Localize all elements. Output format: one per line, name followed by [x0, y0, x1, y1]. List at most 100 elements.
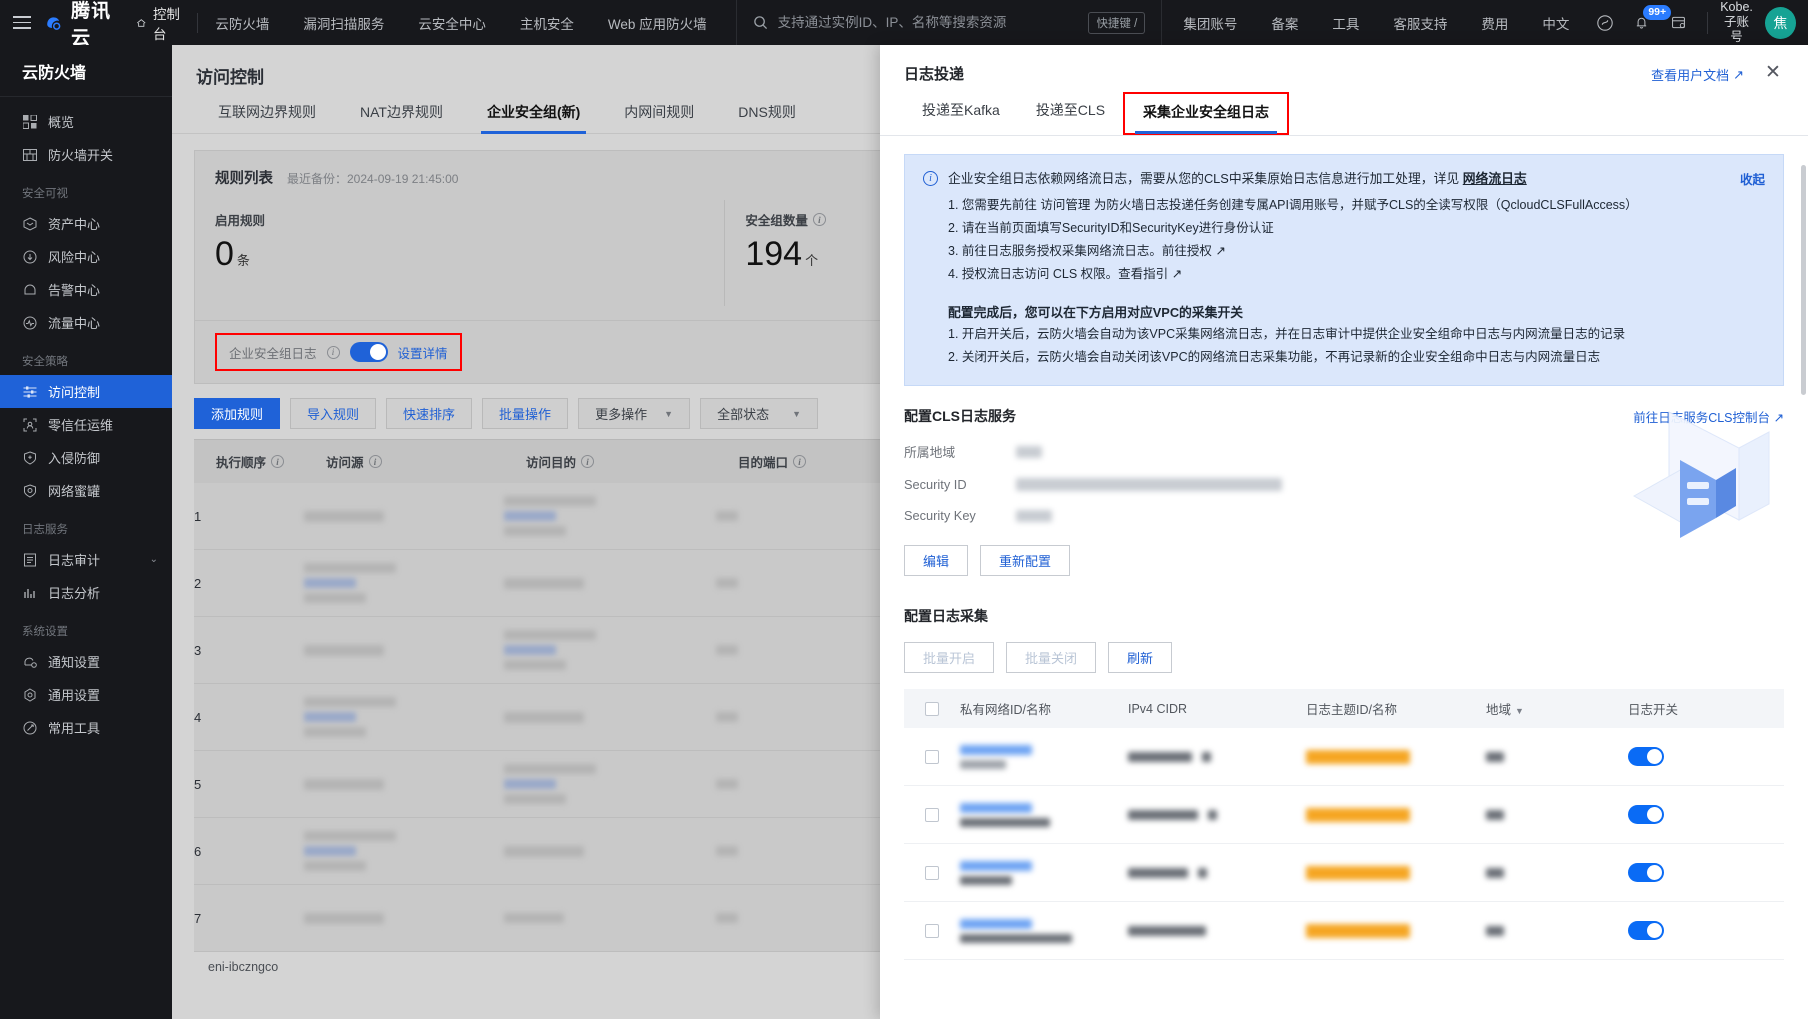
account-info[interactable]: Kobe. 子账号: [1718, 0, 1765, 45]
row-checkbox[interactable]: [925, 865, 939, 880]
quick-sort-button[interactable]: 快速排序: [386, 398, 473, 429]
refresh-button[interactable]: 刷新: [1108, 642, 1173, 673]
sidebar-item-common-tools[interactable]: 常用工具: [0, 711, 172, 744]
enterprise-log-switch[interactable]: [349, 342, 388, 362]
sidebar-item-notification-settings[interactable]: 通知设置: [0, 645, 172, 678]
sidebar-item-assets[interactable]: 资产中心: [0, 207, 172, 240]
avatar[interactable]: 焦: [1764, 6, 1796, 39]
tab-deliver-to-cls[interactable]: 投递至CLS: [1018, 100, 1123, 135]
nav-tools[interactable]: 工具: [1315, 13, 1376, 33]
external-link-icon[interactable]: ↗: [1215, 244, 1225, 258]
tab-nat-border-rules[interactable]: NAT边界规则: [338, 102, 465, 133]
sidebar-item-intrusion-prevention[interactable]: 入侵防御: [0, 441, 172, 474]
feedback-button[interactable]: [1586, 0, 1623, 45]
shield-icon: [22, 450, 37, 465]
close-icon[interactable]: ✕: [1762, 62, 1784, 84]
cell-destination-1: [504, 496, 596, 506]
notifications-button[interactable]: 99+: [1623, 0, 1672, 45]
batch-enable-button[interactable]: 批量开启: [904, 642, 995, 673]
info-icon[interactable]: i: [368, 455, 382, 468]
info-icon[interactable]: i: [793, 455, 807, 468]
row-checkbox[interactable]: [925, 923, 939, 938]
cell-destination: [504, 577, 584, 589]
info-icon[interactable]: i: [271, 455, 285, 468]
nav-item-host-security[interactable]: 主机安全: [503, 13, 591, 33]
chevron-down-icon[interactable]: ⌄: [150, 554, 158, 565]
nav-item-cloud-security-center[interactable]: 云安全中心: [401, 13, 503, 33]
sidebar-item-overview[interactable]: 概览: [0, 105, 172, 138]
log-switch[interactable]: [1628, 921, 1664, 940]
sidebar-item-zero-trust[interactable]: 零信任运维: [0, 408, 172, 441]
table-row[interactable]: [904, 844, 1784, 902]
nav-item-waf[interactable]: Web 应用防火墙: [591, 13, 724, 33]
nav-item-vuln-scan[interactable]: 漏洞扫描服务: [286, 13, 401, 33]
tab-collect-enterprise-sg-logs[interactable]: 采集企业安全组日志: [1123, 92, 1290, 135]
alarm-icon: [22, 282, 37, 297]
log-settings-detail-link[interactable]: 设置详情: [398, 343, 448, 362]
info-icon[interactable]: i: [812, 213, 826, 226]
edit-button[interactable]: 编辑: [904, 545, 969, 576]
select-all-checkbox[interactable]: [925, 701, 939, 716]
nav-language[interactable]: 中文: [1525, 13, 1586, 33]
log-switch[interactable]: [1628, 805, 1664, 824]
log-switch[interactable]: [1628, 863, 1664, 882]
sidebar-item-general-settings[interactable]: 通用设置: [0, 678, 172, 711]
search-input[interactable]: [777, 15, 1079, 30]
tab-dns-rules[interactable]: DNS规则: [716, 102, 818, 133]
column-header-region[interactable]: 地域 ▼: [1486, 699, 1628, 718]
user-doc-link[interactable]: 查看用户文档 ↗: [1651, 65, 1744, 84]
row-checkbox[interactable]: [925, 807, 939, 822]
row-checkbox[interactable]: [925, 749, 939, 764]
tab-enterprise-security-group[interactable]: 企业安全组(新): [465, 102, 602, 134]
nav-billing[interactable]: 费用: [1464, 13, 1525, 33]
hamburger-line: [12, 15, 31, 18]
status-filter-select[interactable]: 全部状态 ▼: [700, 398, 819, 429]
drawer-scrollbar[interactable]: [1801, 165, 1806, 395]
nav-group-account[interactable]: 集团账号: [1166, 13, 1254, 33]
network-flow-log-link[interactable]: 网络流日志: [1463, 171, 1527, 186]
table-row[interactable]: [904, 786, 1784, 844]
log-switch[interactable]: [1628, 747, 1664, 766]
nav-item-cloud-firewall[interactable]: 云防火墙: [198, 13, 286, 33]
tab-deliver-to-kafka[interactable]: 投递至Kafka: [904, 100, 1018, 135]
external-link-icon[interactable]: ↗: [1172, 267, 1182, 281]
alert-collapse-button[interactable]: 收起: [1740, 169, 1765, 188]
info-icon[interactable]: i: [326, 345, 340, 359]
sidebar-item-log-audit[interactable]: 日志审计 ⌄: [0, 543, 172, 576]
more-operations-select[interactable]: 更多操作 ▼: [578, 398, 691, 429]
sidebar-item-traffic[interactable]: 流量中心: [0, 306, 172, 339]
global-search[interactable]: 快捷键 /: [735, 0, 1163, 45]
cell-order: 7: [194, 910, 202, 926]
cell-region: [1486, 809, 1504, 820]
cls-console-link[interactable]: 前往日志服务CLS控制台 ↗: [1633, 407, 1784, 426]
menu-toggle-button[interactable]: [0, 15, 43, 30]
sidebar-item-honeypot[interactable]: 网络蜜罐: [0, 474, 172, 507]
sidebar-item-alarm[interactable]: 告警中心: [0, 273, 172, 306]
info-icon[interactable]: i: [581, 455, 595, 468]
field-security-key: Security Key: [904, 508, 1784, 523]
header-right-links: 集团账号 备案 工具 客服支持 费用 中文 99+ Kobe. 子账号 焦: [1166, 0, 1808, 45]
filter-icon[interactable]: ▼: [1515, 706, 1524, 716]
tab-intranet-rules[interactable]: 内网间规则: [602, 102, 716, 133]
cell-source-2: [304, 578, 356, 588]
sidebar-item-log-analysis[interactable]: 日志分析: [0, 576, 172, 609]
nav-support[interactable]: 客服支持: [1376, 13, 1464, 33]
nav-icp-filing[interactable]: 备案: [1254, 13, 1315, 33]
add-rule-button[interactable]: 添加规则: [194, 398, 281, 429]
batch-disable-button[interactable]: 批量关闭: [1006, 642, 1097, 673]
import-rule-button[interactable]: 导入规则: [290, 398, 377, 429]
reconfigure-button[interactable]: 重新配置: [980, 545, 1071, 576]
brand-logo-group[interactable]: 腾讯云: [43, 0, 116, 50]
workbench-button[interactable]: [1660, 0, 1697, 45]
console-link[interactable]: 控制台: [136, 7, 199, 42]
sidebar-item-access-control[interactable]: 访问控制: [0, 375, 172, 408]
table-row[interactable]: [904, 728, 1784, 786]
cell-port: [716, 712, 738, 722]
sidebar-item-risk[interactable]: 风险中心: [0, 240, 172, 273]
drawer-header: 日志投递 查看用户文档 ↗ ✕: [880, 45, 1808, 84]
sidebar-item-firewall-switch[interactable]: 防火墙开关: [0, 138, 172, 171]
sidebar-group-label: 日志服务: [22, 524, 68, 536]
tab-internet-border-rules[interactable]: 互联网边界规则: [196, 102, 338, 133]
table-row[interactable]: [904, 902, 1784, 960]
batch-operations-button[interactable]: 批量操作: [482, 398, 569, 429]
